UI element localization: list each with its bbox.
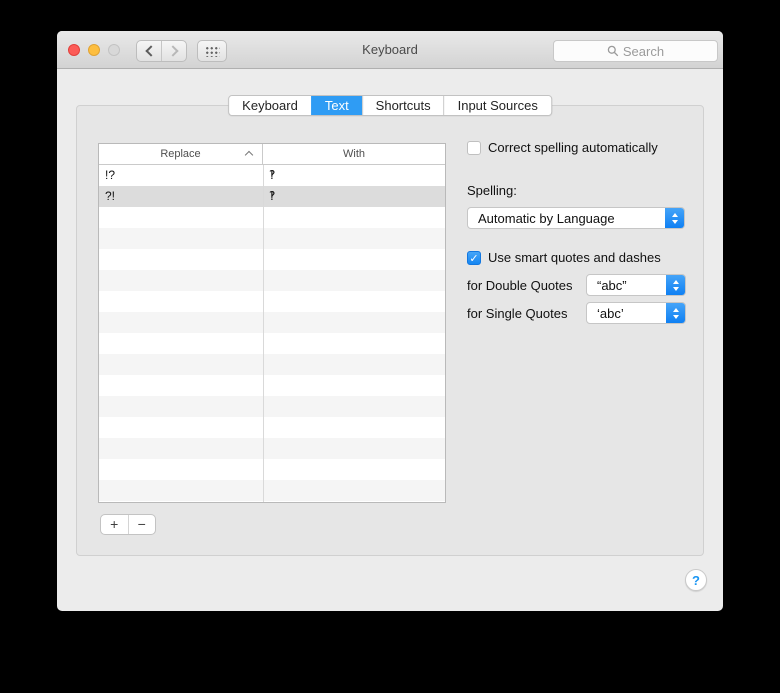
chevron-up-icon bbox=[671, 212, 678, 217]
column-divider bbox=[263, 165, 264, 502]
single-quotes-popup[interactable]: ‘abc’ bbox=[586, 302, 686, 324]
show-all-button[interactable] bbox=[197, 40, 227, 62]
spelling-popup[interactable]: Automatic by Language bbox=[467, 207, 685, 229]
column-header-with[interactable]: With bbox=[263, 144, 445, 164]
tab-input-sources[interactable]: Input Sources bbox=[443, 96, 551, 115]
double-quotes-popup-value: “abc” bbox=[597, 278, 627, 293]
chevron-up-icon bbox=[672, 307, 679, 312]
single-quotes-label: for Single Quotes bbox=[467, 306, 568, 321]
help-button[interactable]: ? bbox=[685, 569, 707, 591]
spelling-label: Spelling: bbox=[467, 183, 517, 198]
search-icon bbox=[607, 45, 619, 57]
back-button[interactable] bbox=[137, 41, 161, 61]
tab-keyboard[interactable]: Keyboard bbox=[229, 96, 311, 115]
title-bar[interactable]: Keyboard Search bbox=[57, 31, 723, 69]
double-quotes-popup[interactable]: “abc” bbox=[586, 274, 686, 296]
replace-cell[interactable]: ?! bbox=[99, 186, 263, 207]
smart-quotes-row: ✓ Use smart quotes and dashes bbox=[467, 250, 661, 265]
add-remove-group: + − bbox=[100, 514, 156, 535]
popup-stepper-icon bbox=[666, 303, 685, 323]
search-input[interactable]: Search bbox=[553, 40, 718, 62]
tab-text[interactable]: Text bbox=[310, 96, 362, 115]
chevron-down-icon bbox=[672, 286, 679, 291]
empty-rows-area[interactable] bbox=[99, 207, 445, 502]
correct-spelling-checkbox[interactable] bbox=[467, 140, 481, 155]
add-replacement-button[interactable]: + bbox=[101, 515, 128, 534]
column-header-replace-label: Replace bbox=[160, 148, 201, 160]
tab-shortcuts[interactable]: Shortcuts bbox=[361, 96, 444, 115]
chevron-down-icon bbox=[671, 219, 678, 224]
remove-replacement-button[interactable]: − bbox=[127, 515, 156, 534]
single-quotes-popup-value: ‘abc’ bbox=[597, 306, 624, 321]
table-row-selected[interactable]: ?! ‽ bbox=[99, 186, 445, 207]
column-header-with-label: With bbox=[343, 148, 365, 160]
sort-ascending-icon bbox=[244, 150, 254, 160]
spelling-popup-value: Automatic by Language bbox=[478, 211, 615, 226]
smart-quotes-checkbox[interactable]: ✓ bbox=[467, 250, 481, 265]
show-all-grid-icon bbox=[204, 45, 220, 57]
correct-spelling-row: Correct spelling automatically bbox=[467, 140, 658, 155]
popup-stepper-icon bbox=[665, 208, 684, 228]
back-icon bbox=[144, 45, 157, 57]
chevron-up-icon bbox=[672, 279, 679, 284]
chevron-down-icon bbox=[672, 314, 679, 319]
search-placeholder: Search bbox=[622, 43, 665, 59]
text-replacements-table: Replace With !? ‽ ?! ‽ bbox=[98, 143, 446, 503]
table-header: Replace With bbox=[99, 144, 445, 165]
with-cell[interactable]: ‽ bbox=[263, 165, 445, 186]
double-quotes-label: for Double Quotes bbox=[467, 278, 573, 293]
replace-cell[interactable]: !? bbox=[99, 165, 263, 186]
correct-spelling-label: Correct spelling automatically bbox=[488, 140, 658, 155]
tab-bar: Keyboard Text Shortcuts Input Sources bbox=[228, 95, 552, 116]
forward-icon bbox=[166, 45, 179, 57]
popup-stepper-icon bbox=[666, 275, 685, 295]
table-row[interactable]: !? ‽ bbox=[99, 165, 445, 186]
preferences-window: Keyboard Search Keyboard Text Shortcuts … bbox=[57, 31, 723, 611]
column-header-replace[interactable]: Replace bbox=[99, 144, 263, 164]
smart-quotes-label: Use smart quotes and dashes bbox=[488, 250, 661, 265]
forward-button[interactable] bbox=[161, 41, 186, 61]
table-body: !? ‽ ?! ‽ bbox=[99, 165, 445, 502]
with-cell[interactable]: ‽ bbox=[263, 186, 445, 207]
nav-button-group bbox=[136, 40, 187, 62]
